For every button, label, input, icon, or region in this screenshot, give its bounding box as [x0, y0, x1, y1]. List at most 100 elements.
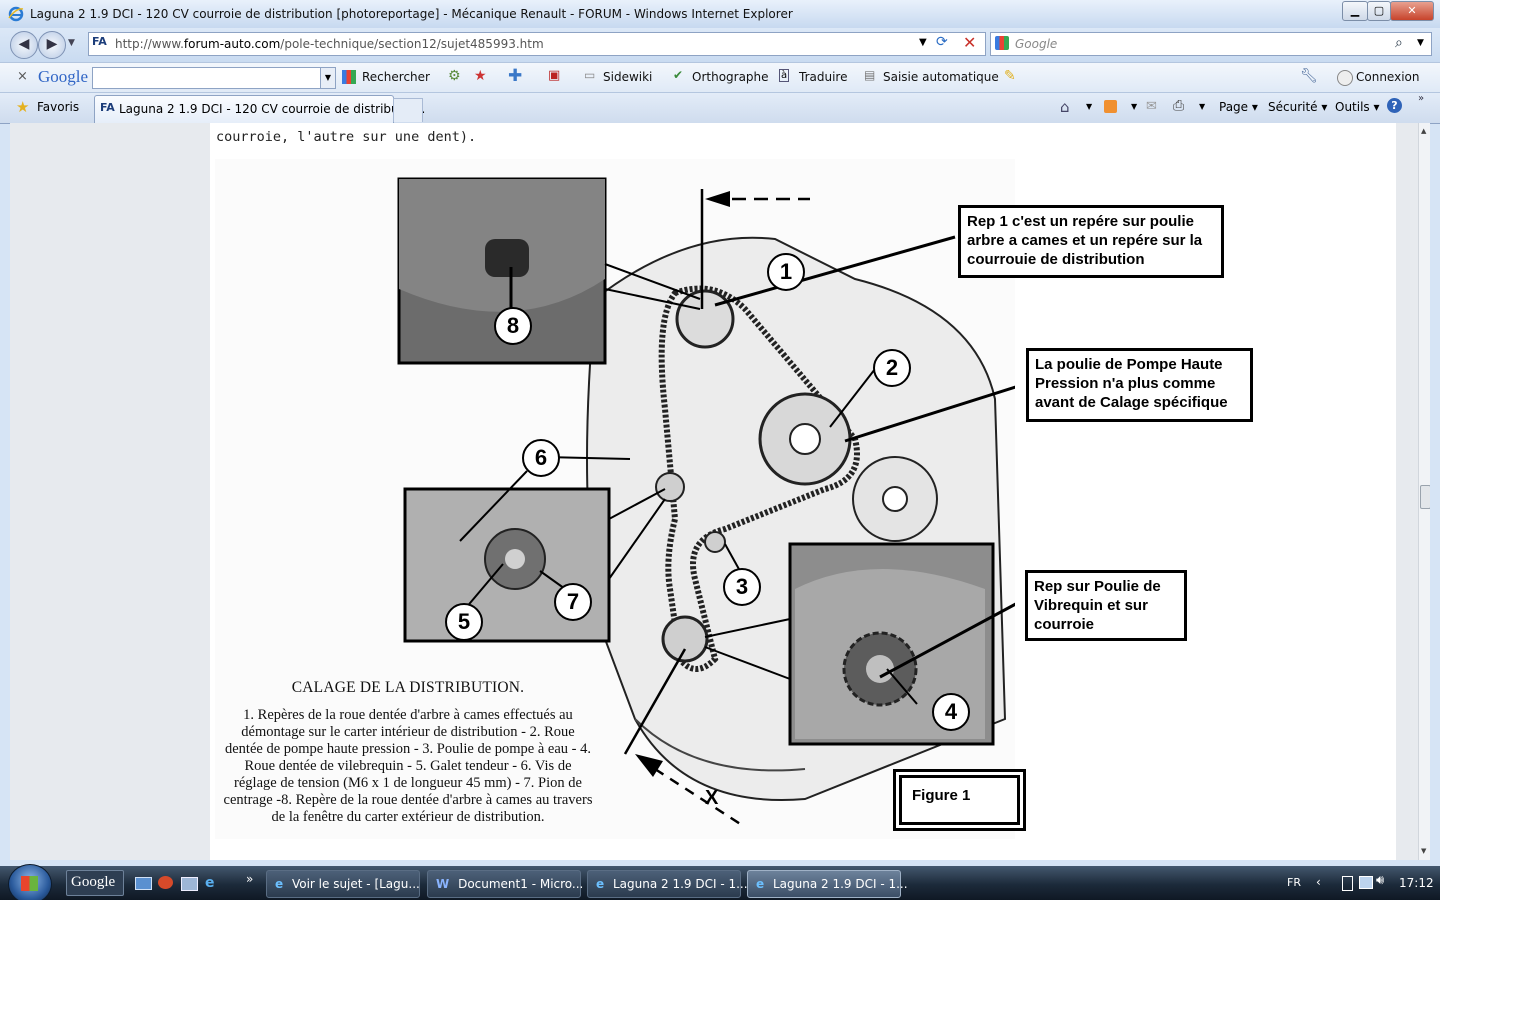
taskbar-item-forum[interactable]: e Voir le sujet - [Lagu...	[266, 870, 420, 898]
ie-task-icon: e	[596, 877, 605, 891]
favorites-bar: ★ Favoris FA Laguna 2 1.9 DCI - 120 CV c…	[0, 92, 1440, 124]
ie-task-icon: e	[275, 877, 284, 891]
translate-icon: à	[779, 69, 790, 82]
window-title: Laguna 2 1.9 DCI - 120 CV courroie de di…	[30, 7, 793, 21]
chevron-down-icon[interactable]: ▼	[320, 68, 335, 88]
ie-quicklaunch-icon[interactable]: e	[205, 875, 215, 891]
caption-title: CALAGE DE LA DISTRIBUTION.	[291, 679, 525, 696]
print-icon[interactable]: ⎙	[1173, 98, 1184, 114]
network-icon[interactable]	[1359, 876, 1373, 889]
tab-active[interactable]: FA Laguna 2 1.9 DCI - 120 CV courroie de…	[94, 95, 425, 123]
help-icon[interactable]: ?	[1387, 98, 1402, 113]
taskbar: Google e » e Voir le sujet - [Lagu... W …	[0, 864, 1440, 900]
taskbar-item-word[interactable]: W Document1 - Micro...	[427, 870, 583, 898]
title-bar: Laguna 2 1.9 DCI - 120 CV courroie de di…	[0, 0, 1440, 28]
start-button[interactable]	[8, 864, 52, 900]
spellcheck-button[interactable]: Orthographe	[692, 70, 769, 84]
popup-blocker-icon[interactable]: ▣	[548, 68, 560, 83]
callout-rep-1: Rep 1 c'est un repére sur poulie arbre a…	[958, 205, 1224, 278]
signin-button[interactable]: Connexion	[1356, 70, 1420, 84]
sidewiki-icon: ▭	[584, 68, 596, 82]
search-options-icon[interactable]: ▼	[1417, 38, 1424, 48]
search-magnifier-icon[interactable]: ⌕	[1395, 35, 1403, 51]
address-dropdown-icon[interactable]: ▼	[919, 37, 927, 48]
close-toolbar-icon[interactable]: ×	[17, 69, 28, 84]
scroll-up-arrow-icon[interactable]: ▲	[1421, 127, 1426, 135]
axis-x-label: X	[705, 787, 719, 809]
callout-pump-pulley: La poulie de Pompe Haute Pression n'a pl…	[1026, 348, 1253, 422]
autofill-button[interactable]: Saisie automatique	[883, 70, 999, 84]
search-box[interactable]: Google ⌕ ▼	[990, 32, 1432, 56]
home-dropdown-icon[interactable]: ▼	[1086, 102, 1092, 111]
volume-icon[interactable]: 🔊︎	[1376, 873, 1384, 888]
page-menu[interactable]: Page ▾	[1219, 100, 1258, 114]
overflow-chevron-icon[interactable]: »	[1418, 93, 1424, 104]
ie-icon	[8, 6, 24, 22]
switch-windows-icon[interactable]	[181, 877, 198, 891]
pagerank-icon[interactable]: ⚙	[448, 68, 461, 84]
google-toolbar-search-input[interactable]: ▼	[92, 67, 336, 89]
autofill-icon: ▤	[864, 68, 876, 82]
show-desktop-icon[interactable]	[135, 877, 152, 890]
ie-task-icon: e	[756, 877, 765, 891]
marker-1: 1	[767, 253, 805, 291]
home-icon[interactable]: ⌂	[1060, 98, 1070, 116]
favorites-button[interactable]: Favoris	[37, 100, 79, 114]
clock[interactable]: 17:12	[1399, 876, 1434, 890]
google-logo: Google	[38, 67, 89, 86]
new-tab-button[interactable]	[393, 98, 423, 122]
taskbar-item-laguna-1[interactable]: e Laguna 2 1.9 DCI - 1...	[587, 870, 748, 898]
language-indicator[interactable]: FR	[1287, 876, 1301, 889]
wrench-icon[interactable]: 🔧︎	[1300, 68, 1318, 84]
marker-5: 5	[445, 603, 483, 641]
history-dropdown-icon[interactable]: ▼	[68, 38, 75, 48]
maximize-button[interactable]: ▢	[1367, 1, 1391, 21]
scroll-down-arrow-icon[interactable]: ▼	[1421, 847, 1426, 855]
navigation-bar: ◀ ▶ ▼ FA http://www.forum-auto.com/pole-…	[0, 28, 1440, 62]
mail-icon[interactable]: ✉	[1146, 99, 1157, 114]
google-deskbar[interactable]: Google	[66, 870, 124, 896]
stop-icon[interactable]: ✕	[963, 33, 976, 52]
forward-button[interactable]: ▶	[38, 31, 66, 59]
marker-8: 8	[494, 307, 532, 345]
quicklaunch-chevron-icon[interactable]: »	[246, 872, 253, 886]
scrollbar-thumb[interactable]	[1420, 485, 1430, 509]
feeds-icon[interactable]	[1104, 100, 1117, 113]
google-g-icon	[342, 70, 356, 84]
tray-expand-icon[interactable]: ‹	[1316, 875, 1321, 889]
battery-icon[interactable]	[1342, 876, 1353, 891]
address-bar[interactable]: FA http://www.forum-auto.com/pole-techni…	[88, 32, 986, 56]
google-search-icon	[995, 36, 1009, 50]
plus-icon[interactable]: ✚	[508, 66, 522, 86]
marker-3: 3	[723, 568, 761, 606]
highlighter-icon[interactable]: ✎	[1004, 68, 1016, 84]
timing-belt-figure: 1 2 3 4 5 6 7 8 X CALAGE DE LA DISTRIBUT…	[215, 159, 1015, 839]
url-text[interactable]: http://www.forum-auto.com/pole-technique…	[115, 37, 544, 51]
security-menu[interactable]: Sécurité ▾	[1268, 100, 1327, 114]
bookmark-icon[interactable]: ★	[474, 68, 487, 84]
translate-button[interactable]: Traduire	[799, 70, 847, 84]
tools-menu[interactable]: Outils ▾	[1335, 100, 1380, 114]
page-right-margin	[1396, 123, 1418, 860]
taskbar-item-laguna-2[interactable]: e Laguna 2 1.9 DCI - 1...	[747, 870, 908, 898]
site-favicon: FA	[92, 35, 107, 48]
marker-6: 6	[522, 439, 560, 477]
post-text-line: courroie, l'autre sur une dent).	[216, 129, 477, 145]
feeds-dropdown-icon[interactable]: ▼	[1131, 102, 1137, 111]
marker-4: 4	[932, 693, 970, 731]
vertical-scrollbar[interactable]: ▲ ▼	[1418, 123, 1430, 860]
print-dropdown-icon[interactable]: ▼	[1199, 102, 1205, 111]
search-placeholder: Google	[1015, 37, 1058, 51]
refresh-icon[interactable]: ⟳	[936, 34, 948, 50]
close-button[interactable]: ✕	[1390, 1, 1434, 21]
back-button[interactable]: ◀	[10, 31, 38, 59]
search-button[interactable]: Rechercher	[362, 70, 430, 84]
figure-label: Figure 1	[899, 775, 1020, 825]
minimize-button[interactable]: ▁	[1342, 1, 1368, 21]
spellcheck-icon: ✔	[673, 68, 684, 82]
sidewiki-button[interactable]: Sidewiki	[603, 70, 652, 84]
google-deskbar-label: Google	[71, 874, 116, 890]
figure-label-box: Figure 1	[893, 769, 1026, 831]
account-icon	[1337, 70, 1353, 86]
aim-icon[interactable]	[158, 876, 173, 889]
